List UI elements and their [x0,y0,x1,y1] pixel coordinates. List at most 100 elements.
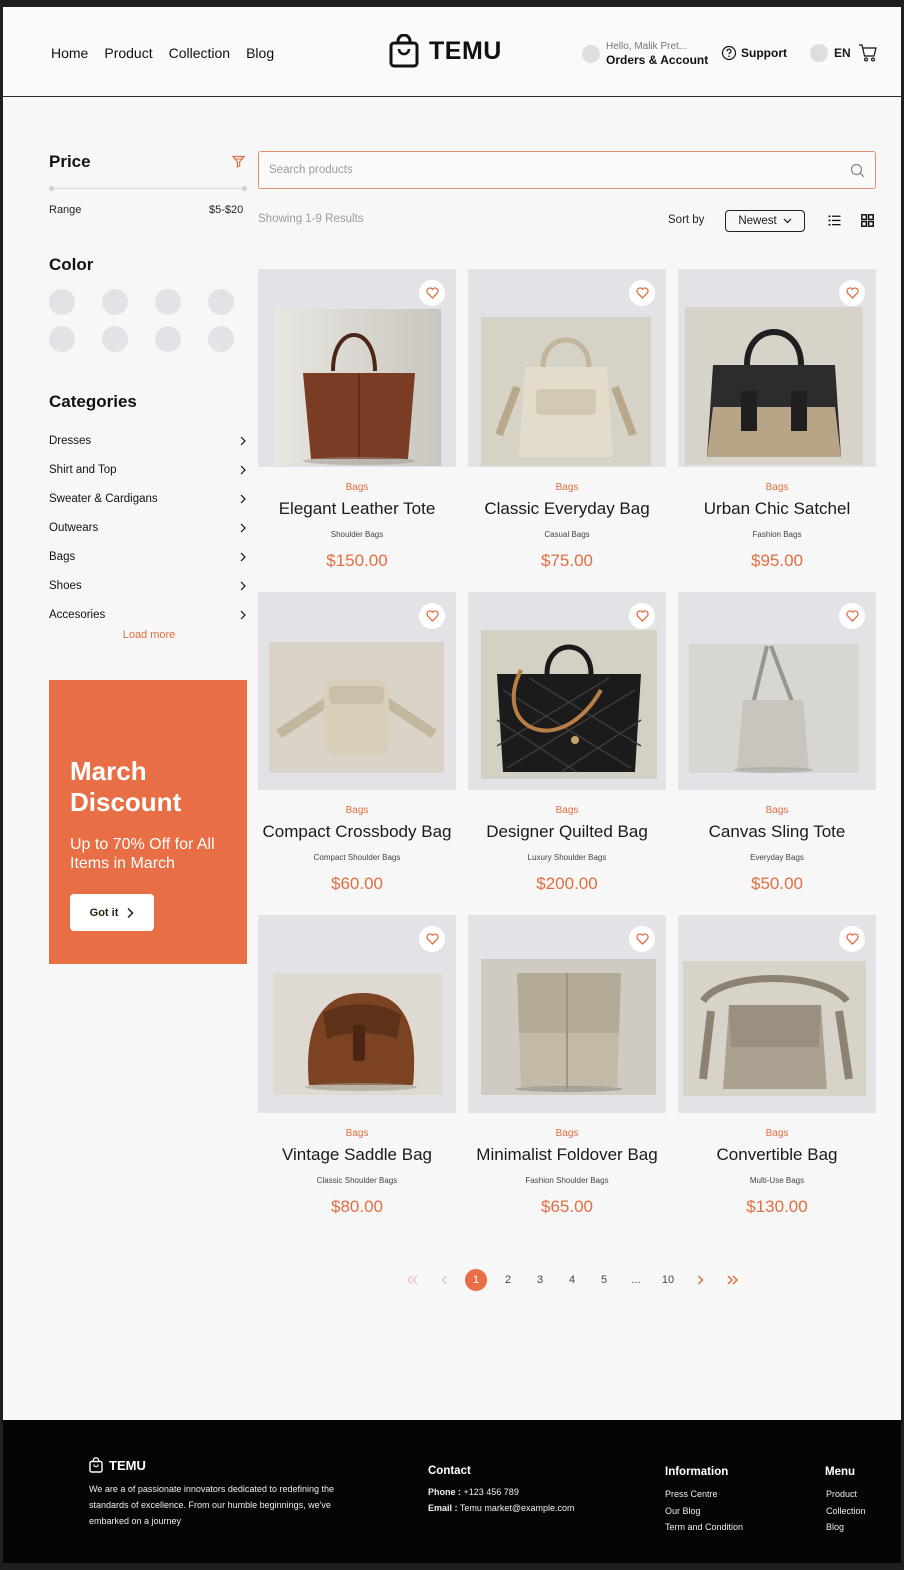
account-menu[interactable]: Hello, Malik Pret... Orders & Account [582,41,708,67]
nav-home[interactable]: Home [51,45,88,61]
footer-link[interactable]: Product [826,1486,866,1503]
product-name[interactable]: Classic Everyday Bag [458,499,676,519]
product-image-area[interactable] [468,915,666,1113]
product-card[interactable]: Bags Classic Everyday Bag Casual Bags $7… [468,269,666,592]
wishlist-button[interactable] [419,926,445,952]
category-item[interactable]: Bags [49,542,247,571]
first-page-button[interactable] [396,1269,428,1291]
category-label: Sweater & Cardigans [49,492,158,505]
contact-phone: Phone : +123 456 789 [428,1487,519,1497]
color-swatch[interactable] [49,289,75,315]
last-page-button[interactable] [716,1269,748,1291]
support-link[interactable]: Support [721,45,787,61]
filter-icon[interactable] [232,155,245,168]
phone-value[interactable]: +123 456 789 [464,1487,519,1497]
product-image-area[interactable] [258,915,456,1113]
next-page-button[interactable] [684,1269,716,1291]
product-type: Compact Shoulder Bags [313,853,401,862]
wishlist-button[interactable] [419,603,445,629]
product-image-area[interactable] [468,269,666,467]
wishlist-button[interactable] [629,603,655,629]
category-item[interactable]: Sweater & Cardigans [49,484,247,513]
product-image-area[interactable] [678,269,876,467]
category-item[interactable]: Accesories [49,600,247,629]
category-item[interactable]: Shirt and Top [49,455,247,484]
sort-dropdown[interactable]: Newest [725,210,805,232]
product-name[interactable]: Convertible Bag [668,1145,886,1165]
category-item[interactable]: Outwears [49,513,247,542]
color-swatch[interactable] [102,326,128,352]
chevron-right-icon [240,523,246,532]
footer-link[interactable]: Term and Condition [665,1519,743,1536]
heart-icon [845,933,859,945]
list-view-icon[interactable] [828,214,841,227]
product-image-area[interactable] [468,592,666,790]
load-more-link[interactable]: Load more [49,629,249,641]
double-chevron-right-icon [726,1275,738,1285]
page-number[interactable]: 3 [524,1269,556,1291]
brand-logo[interactable]: TEMU [389,34,502,68]
product-image-area[interactable] [258,269,456,467]
product-card[interactable]: Bags Minimalist Foldover Bag Fashion Sho… [468,915,666,1238]
search-icon[interactable] [850,163,865,178]
email-value[interactable]: Temu market@example.com [460,1503,575,1513]
heart-icon [425,610,439,622]
product-name[interactable]: Elegant Leather Tote [248,499,466,519]
got-it-button[interactable]: Got it [70,894,154,931]
wishlist-button[interactable] [839,280,865,306]
page-number[interactable]: 5 [588,1269,620,1291]
footer-link[interactable]: Collection [826,1503,866,1520]
product-card[interactable]: Bags Designer Quilted Bag Luxury Shoulde… [468,592,666,915]
footer-link[interactable]: Blog [826,1519,866,1536]
wishlist-button[interactable] [629,280,655,306]
color-swatch[interactable] [49,326,75,352]
product-card[interactable]: Bags Elegant Leather Tote Shoulder Bags … [258,269,456,592]
color-swatch[interactable] [208,289,234,315]
color-swatch[interactable] [102,289,128,315]
prev-page-button[interactable] [428,1269,460,1291]
page-number[interactable]: 4 [556,1269,588,1291]
product-card[interactable]: Bags Convertible Bag Multi-Use Bags $130… [678,915,876,1238]
grid-view-icon[interactable] [861,214,874,227]
product-card[interactable]: Bags Canvas Sling Tote Everyday Bags $50… [678,592,876,915]
chevron-left-icon [441,1275,447,1285]
wishlist-button[interactable] [839,603,865,629]
color-swatch[interactable] [155,326,181,352]
page-number[interactable]: 1 [460,1269,492,1291]
category-item[interactable]: Dresses [49,426,247,455]
product-name[interactable]: Canvas Sling Tote [668,822,886,842]
nav-blog[interactable]: Blog [246,45,274,61]
footer-logo[interactable]: TEMU [89,1457,146,1473]
promo-banner: March Discount Up to 70% Off for All Ite… [49,680,247,964]
language-selector[interactable]: EN [810,44,851,62]
menu-links: Product Collection Blog [826,1486,866,1536]
menu-title: Menu [825,1466,856,1478]
page-number[interactable]: 2 [492,1269,524,1291]
product-name[interactable]: Vintage Saddle Bag [248,1145,466,1165]
product-name[interactable]: Urban Chic Satchel [668,499,886,519]
product-image-area[interactable] [678,915,876,1113]
color-swatch[interactable] [155,289,181,315]
search-bar[interactable]: Search products [258,151,876,189]
product-image-area[interactable] [258,592,456,790]
product-name[interactable]: Compact Crossbody Bag [248,822,466,842]
product-card[interactable]: Bags Vintage Saddle Bag Classic Shoulder… [258,915,456,1238]
color-swatch[interactable] [208,326,234,352]
product-card[interactable]: Bags Compact Crossbody Bag Compact Shoul… [258,592,456,915]
page-number[interactable]: 10 [652,1269,684,1291]
product-name[interactable]: Designer Quilted Bag [458,822,676,842]
wishlist-button[interactable] [629,926,655,952]
price-range-slider[interactable] [49,186,247,191]
nav-collection[interactable]: Collection [169,45,230,61]
contact-title: Contact [428,1465,471,1477]
wishlist-button[interactable] [419,280,445,306]
product-image-area[interactable] [678,592,876,790]
cart-button[interactable] [858,43,878,68]
footer-link[interactable]: Our Blog [665,1503,743,1520]
footer-link[interactable]: Press Centre [665,1486,743,1503]
product-name[interactable]: Minimalist Foldover Bag [458,1145,676,1165]
nav-product[interactable]: Product [104,45,152,61]
product-card[interactable]: Bags Urban Chic Satchel Fashion Bags $95… [678,269,876,592]
wishlist-button[interactable] [839,926,865,952]
category-item[interactable]: Shoes [49,571,247,600]
